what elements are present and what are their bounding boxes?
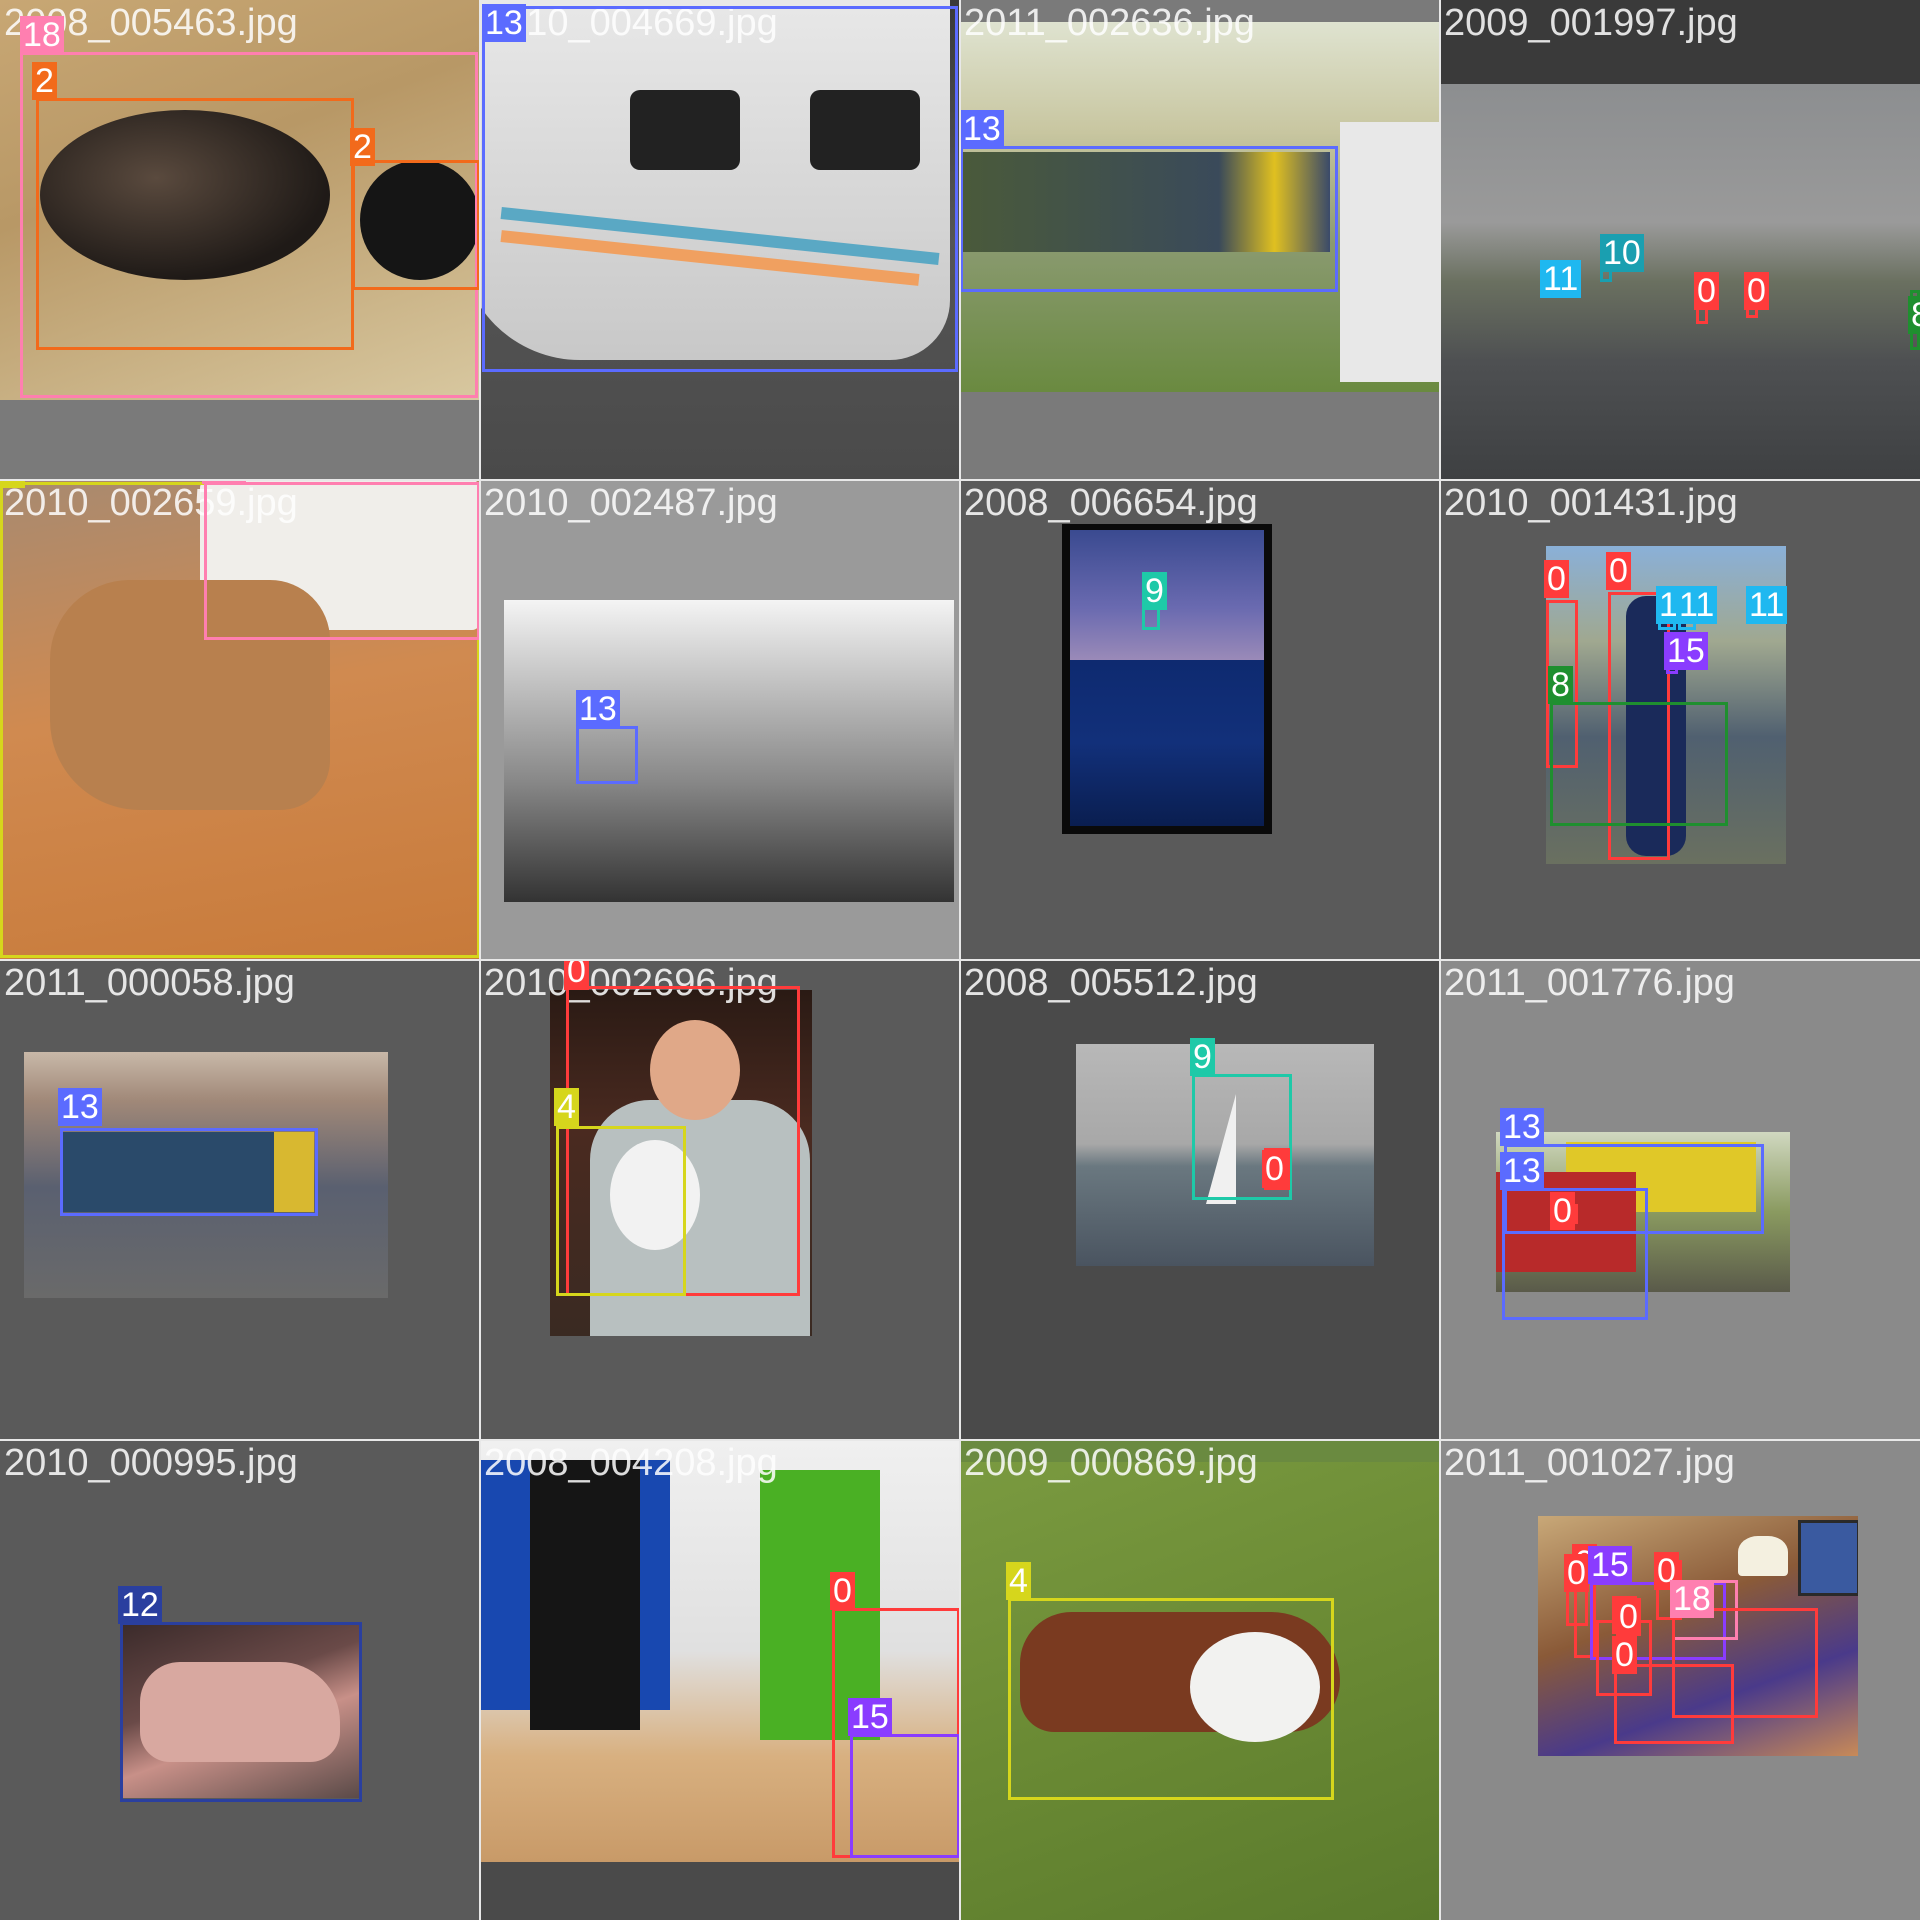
detection-mosaic: 2008_005463.jpg 18 2 2 2010_004669.jpg 1…	[0, 0, 1920, 1920]
bbox-label: 13	[576, 690, 620, 728]
bbox-label: 4	[554, 1088, 579, 1126]
bbox-motorbike	[120, 1622, 362, 1802]
bbox-label: 11	[1540, 260, 1582, 298]
bbox-label: 0	[1616, 1598, 1641, 1636]
bbox-label: 11	[1676, 586, 1718, 624]
tile-10: 2010_002696.jpg 0 4	[480, 960, 960, 1440]
bbox-label: 0	[564, 960, 589, 990]
bbox-label: 2	[350, 128, 375, 166]
tile-6: 2010_002487.jpg 13	[480, 480, 960, 960]
bbox-cat	[352, 160, 480, 290]
bbox-label: 15	[1664, 632, 1708, 670]
tile-16: 2011_001027.jpg 0 0 15 0 0 18 0 0	[1440, 1440, 1920, 1920]
bbox-label: 4	[0, 480, 25, 488]
bbox-bicycle	[1550, 702, 1728, 826]
grid-divider	[0, 1439, 1920, 1441]
bbox-cat	[36, 98, 354, 350]
bbox-label: 11	[1746, 586, 1788, 624]
bbox-label: 0	[1564, 1554, 1589, 1592]
tile-2: 2010_004669.jpg 13	[480, 0, 960, 480]
bbox-label: 2	[32, 62, 57, 100]
tile-filename: 2010_002487.jpg	[484, 482, 778, 524]
bbox-label: 13	[482, 4, 526, 42]
tile-5: 2010_002659.jpg 4 18	[0, 480, 480, 960]
photo-metro-station-bw	[504, 600, 954, 902]
tile-filename: 2011_000058.jpg	[4, 962, 295, 1004]
tile-13: 2010_000995.jpg 12	[0, 1440, 480, 1920]
bbox-label: 0	[1606, 552, 1631, 590]
bbox-label: 9	[1190, 1038, 1215, 1076]
grid-divider	[0, 479, 1920, 481]
bbox-label: 10	[1600, 234, 1644, 272]
tile-4: 2009_001997.jpg 11 10 0 0 8	[1440, 0, 1920, 480]
bbox-dog	[556, 1126, 686, 1296]
bbox-person	[1614, 1664, 1734, 1744]
bbox-train	[482, 6, 958, 372]
bbox-label: 0	[1612, 1636, 1637, 1674]
bbox-chair	[204, 482, 480, 640]
bbox-label: 13	[1500, 1152, 1544, 1190]
bbox-label: 13	[58, 1088, 102, 1126]
bbox-train	[60, 1128, 318, 1216]
tile-filename: 2011_002636.jpg	[964, 2, 1255, 44]
bbox-label: 18	[1670, 1580, 1714, 1618]
bbox-train	[960, 146, 1338, 292]
bbox-label: 0	[1744, 272, 1769, 310]
tile-15: 2009_000869.jpg 4	[960, 1440, 1440, 1920]
tile-filename: 2010_000995.jpg	[4, 1442, 298, 1484]
tile-filename: 2009_001997.jpg	[1444, 2, 1738, 44]
bbox-label: 15	[848, 1698, 892, 1736]
bbox-label: 0	[1550, 1192, 1575, 1230]
tile-1: 2008_005463.jpg 18 2 2	[0, 0, 480, 480]
bbox-label: 0	[830, 1572, 855, 1610]
bbox-label: 0	[1262, 1150, 1287, 1188]
tile-filename: 2009_000869.jpg	[964, 1442, 1258, 1484]
tile-7: 2008_006654.jpg 9	[960, 480, 1440, 960]
bbox-label: 9	[1142, 572, 1167, 610]
tile-filename: 2010_001431.jpg	[1444, 482, 1738, 524]
bbox-label: 4	[1006, 1562, 1031, 1600]
tile-12: 2011_001776.jpg 13 13 0	[1440, 960, 1920, 1440]
tile-3: 2011_002636.jpg 13	[960, 0, 1440, 480]
photo-ocean-at-dusk	[1062, 524, 1272, 834]
tile-filename: 2008_005512.jpg	[964, 962, 1258, 1004]
tile-filename: 2008_006654.jpg	[964, 482, 1258, 524]
bbox-label: 0	[1694, 272, 1719, 310]
bbox-label: 15	[1588, 1546, 1632, 1584]
tile-filename: 2011_001776.jpg	[1444, 962, 1735, 1004]
bbox-label: 8	[1548, 666, 1573, 704]
photo-street-with-traffic-lights	[1440, 84, 1920, 480]
tile-11: 2008_005512.jpg 9 0	[960, 960, 1440, 1440]
bbox-dog	[1008, 1598, 1334, 1800]
bbox-label: 12	[118, 1586, 162, 1624]
bbox-train	[576, 726, 638, 784]
tile-8: 2010_001431.jpg 0 0 11 11 11 15 8	[1440, 480, 1920, 960]
grid-divider	[0, 959, 1920, 961]
tile-14: 2008_004208.jpg 0 15	[480, 1440, 960, 1920]
bbox-chair	[850, 1734, 960, 1858]
tile-9: 2011_000058.jpg 13	[0, 960, 480, 1440]
bbox-label: 13	[960, 110, 1004, 148]
tile-filename: 2008_004208.jpg	[484, 1442, 778, 1484]
bbox-label: 8	[1908, 296, 1920, 334]
bbox-label: 13	[1500, 1108, 1544, 1146]
bbox-label: 18	[20, 16, 64, 54]
tile-filename: 2011_001027.jpg	[1444, 1442, 1735, 1484]
bbox-label: 0	[1544, 560, 1569, 598]
